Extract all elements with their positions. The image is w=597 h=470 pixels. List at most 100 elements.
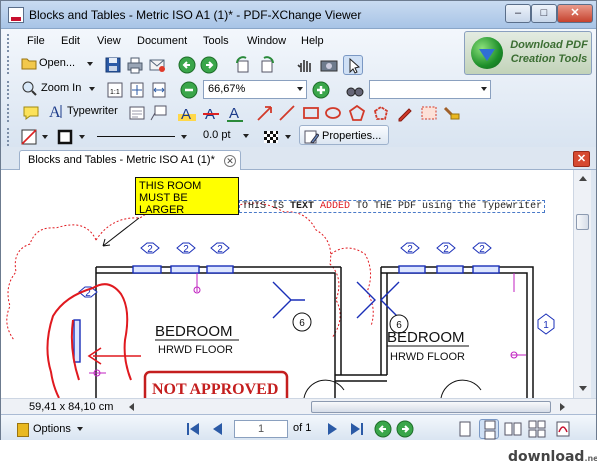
typewriter-button[interactable]: A Typewriter [45,101,123,121]
continuous-facing-button[interactable] [527,419,547,439]
zoom-out-button[interactable] [179,80,199,100]
callout-button[interactable] [149,103,169,123]
highlight-button[interactable]: A [177,103,197,123]
next-page-button[interactable] [323,419,343,439]
page-size-readout: 59,41 x 84,10 cm [29,401,114,413]
previous-page-button[interactable] [207,419,227,439]
callout-note[interactable]: THIS ROOM MUST BE LARGER [135,177,239,216]
properties-button[interactable]: Properties... [299,125,389,145]
zoom-in-plus-button[interactable] [311,80,331,100]
single-page-button[interactable] [455,419,475,439]
minimize-button[interactable]: – [505,4,531,23]
close-tab-icon[interactable]: ✕ [224,155,236,167]
oval-tool-button[interactable] [323,103,343,123]
fill-color-button[interactable] [19,127,39,147]
close-window-button[interactable]: ✕ [557,4,593,23]
scroll-down-icon[interactable] [579,386,587,391]
hand-tool-button[interactable] [295,55,315,75]
document-tab[interactable]: Blocks and Tables - Metric ISO A1 (1)* ✕ [19,150,241,170]
vertical-scrollbar[interactable] [573,170,591,398]
menu-view[interactable]: View [97,35,121,47]
sticky-note-button[interactable] [21,103,41,123]
save-button[interactable] [103,55,123,75]
pdf-export-button[interactable] [553,419,573,439]
menu-help[interactable]: Help [301,35,324,47]
dashed-rect-icon [421,106,437,120]
typewriter-text[interactable]: THIS IS TEXT ADDED TO THE PDF using the … [239,200,546,213]
rectangle-tool-button[interactable] [301,103,321,123]
last-page-button[interactable] [347,419,367,439]
title-bar: Blocks and Tables - Metric ISO A1 (1)* -… [1,1,596,29]
printer-icon [127,57,143,74]
toolbar-grip[interactable] [7,56,10,74]
stamp-area-button[interactable] [419,103,439,123]
back-button[interactable] [177,55,197,75]
tag-marker: 6 [292,312,312,332]
actual-size-button[interactable]: 1:1 [105,80,125,100]
close-document-button[interactable]: ✕ [573,151,590,167]
zoom-level-select[interactable]: 66,67% [203,80,307,99]
scroll-right-icon[interactable] [560,403,565,411]
cloud-tool-button[interactable] [371,103,391,123]
menu-document[interactable]: Document [137,35,187,47]
tag-label: 1 [543,320,549,331]
nav-back-button[interactable] [373,419,393,439]
fit-width-button[interactable] [149,80,169,100]
continuous-page-icon [484,420,496,440]
forward-button[interactable] [199,55,219,75]
first-page-button[interactable] [183,419,203,439]
continuous-page-button[interactable] [479,419,499,440]
stroke-color-button[interactable] [55,127,75,147]
facing-pages-button[interactable] [503,419,523,439]
tag-marker: 2 [176,242,196,255]
arrow-tool-button[interactable] [255,103,275,123]
underline-button[interactable]: A [225,103,245,123]
menu-tools[interactable]: Tools [203,35,229,47]
menu-edit[interactable]: Edit [61,35,80,47]
page-number-input[interactable]: 1 [234,420,288,438]
pencil-tool-button[interactable] [395,103,415,123]
maximize-button[interactable]: □ [531,4,557,23]
horizontal-scroll-thumb[interactable] [311,401,551,413]
rotate-right-button[interactable] [257,55,277,75]
line-style-select[interactable] [93,128,191,146]
fit-page-button[interactable] [127,80,147,100]
menu-window[interactable]: Window [247,35,286,47]
open-button[interactable]: Open... [19,53,97,73]
horizontal-scrollbar[interactable] [121,400,573,414]
pdf-file-icon [556,421,570,437]
scroll-left-icon[interactable] [129,403,134,411]
chevron-down-icon[interactable] [42,135,48,139]
chevron-down-icon[interactable] [79,135,85,139]
strikeout-button[interactable]: A [201,103,221,123]
text-box-button[interactable] [127,103,147,123]
menu-file[interactable]: File [27,35,45,47]
toolbar-grip[interactable] [7,34,10,52]
toolbar-grip[interactable] [7,128,10,146]
document-view[interactable]: 2 2 2 2 2 2 2 6 6 1 BEDROOM HRWD FLOOR B… [1,170,573,398]
snapshot-button[interactable] [319,55,339,75]
menu-bar: File Edit View Document Tools Window Hel… [1,31,463,53]
zoom-in-button[interactable]: Zoom In [19,78,99,98]
options-button[interactable]: Options [15,419,89,439]
select-tool-button[interactable] [343,55,363,75]
tag-marker: 1 [537,313,555,335]
download-creation-tools-banner[interactable]: Download PDF Creation Tools [464,31,592,75]
search-input[interactable] [369,80,491,99]
find-button[interactable] [345,80,365,100]
rotate-left-button[interactable] [233,55,253,75]
stamp-tool-button[interactable] [441,103,461,123]
polygon-tool-button[interactable] [347,103,367,123]
email-button[interactable] [147,55,167,75]
nav-forward-button[interactable] [395,419,415,439]
vertical-scroll-thumb[interactable] [576,214,589,230]
line-tool-button[interactable] [277,103,297,123]
opacity-button[interactable] [261,127,281,147]
toolbar-grip[interactable] [7,81,10,99]
line-width-select[interactable]: 0.0 pt [197,125,253,145]
print-button[interactable] [125,55,145,75]
watermark-text: download [508,449,585,465]
chevron-down-icon[interactable] [285,135,291,139]
scroll-up-icon[interactable] [579,176,587,181]
toolbar-grip[interactable] [7,104,10,122]
